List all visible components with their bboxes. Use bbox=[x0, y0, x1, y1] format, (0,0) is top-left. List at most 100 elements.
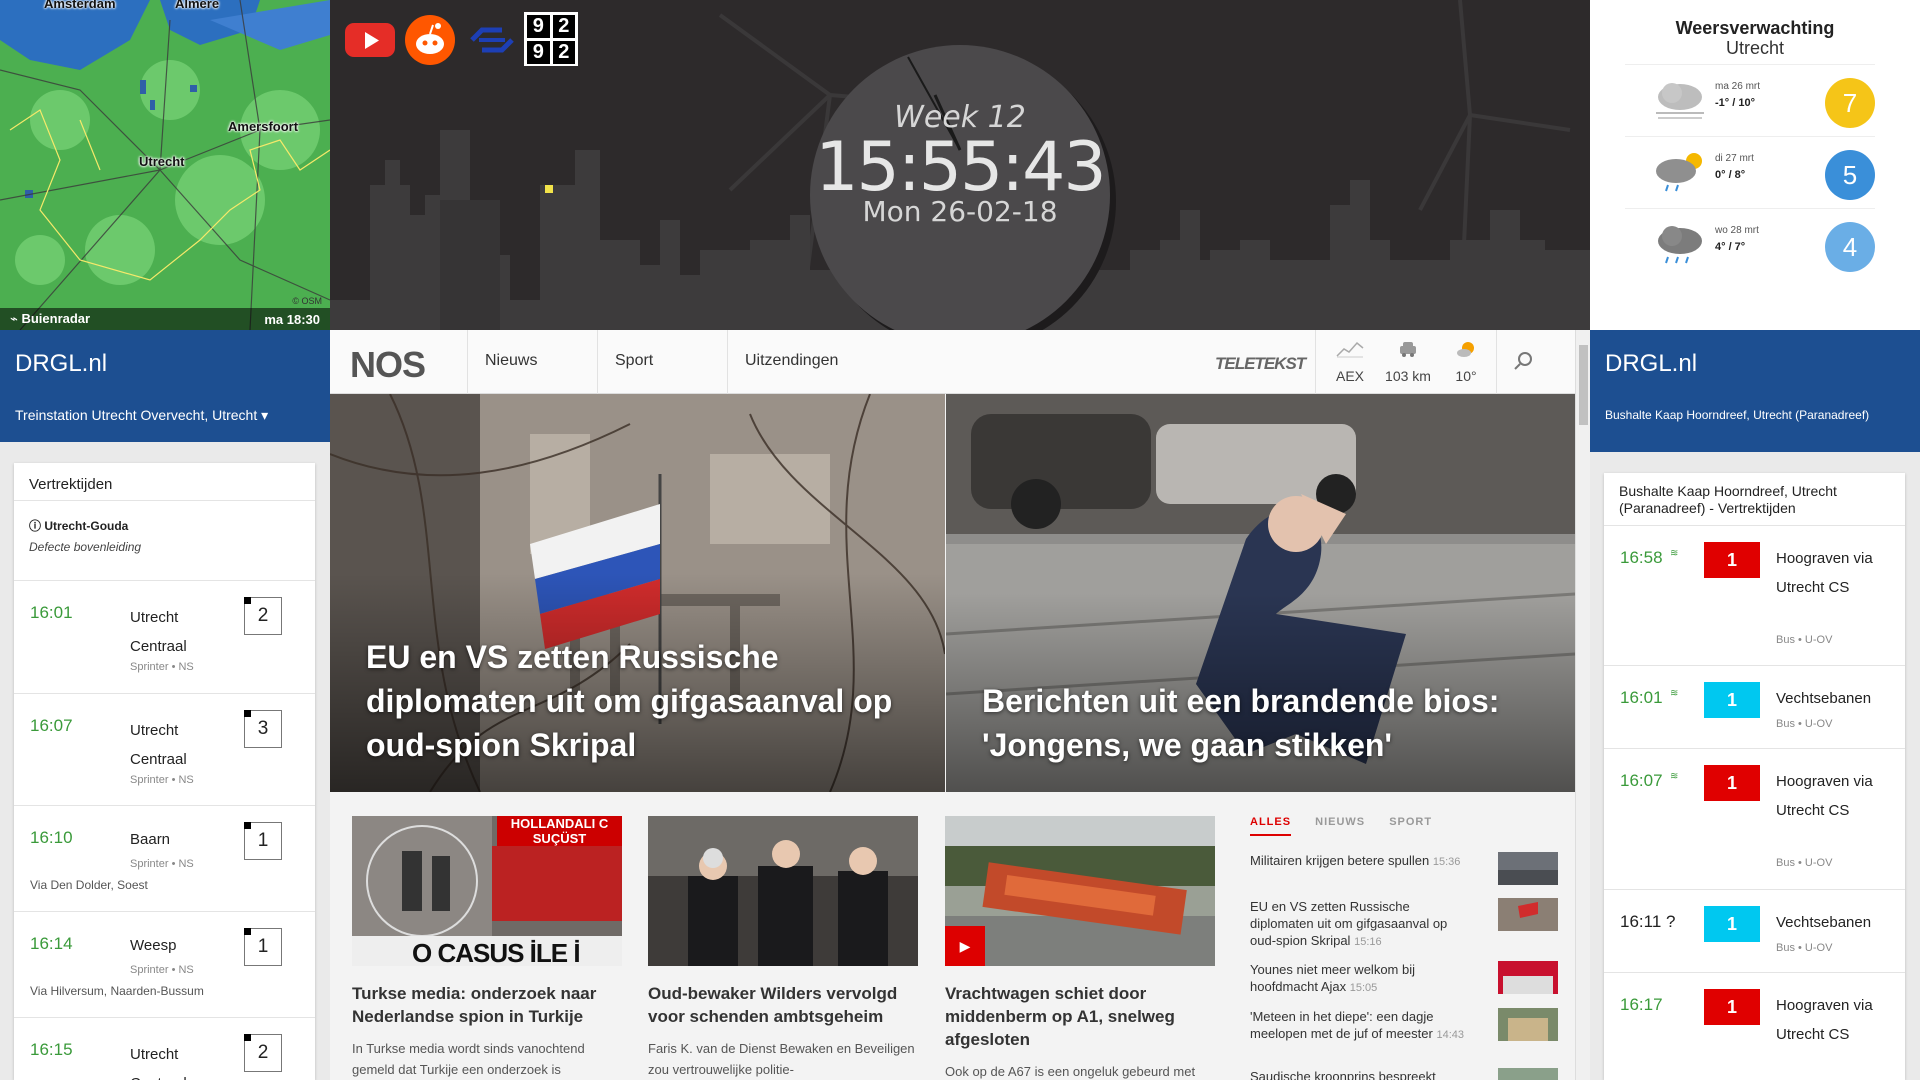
station-selector[interactable]: Treinstation Utrecht Overvecht, Utrecht … bbox=[15, 407, 268, 424]
departure-time: 16:07 bbox=[1620, 771, 1663, 790]
bus-departure-row[interactable]: 16:07 ≋ 1 Hoograven via Utrecht CS Bus •… bbox=[1604, 749, 1905, 890]
bus-departure-row[interactable]: 16:01 ≋ 1 Vechtsebanen Bus • U-OV bbox=[1604, 666, 1905, 749]
map-city-amersfoort: Amersfoort bbox=[228, 119, 299, 134]
departure-time: 16:01 bbox=[30, 603, 73, 622]
bus-departure-row[interactable]: 16:17 1 Hoograven via Utrecht CS bbox=[1604, 973, 1905, 1080]
9292-icon[interactable]: 9 2 9 2 bbox=[524, 12, 578, 66]
tab-nieuws[interactable]: NIEUWS bbox=[1315, 816, 1365, 828]
train-departures-widget: DRGL.nl Treinstation Utrecht Overvecht, … bbox=[0, 330, 330, 1080]
nav-divider bbox=[1496, 330, 1497, 394]
news-card-image: HOLLANDALI C SUÇÜST O CASUS İLE İ bbox=[352, 816, 622, 966]
bus-departure-row[interactable]: 16:11 ? 1 Vechtsebanen Bus • U-OV bbox=[1604, 890, 1905, 973]
reddit-icon[interactable] bbox=[404, 14, 456, 66]
nav-divider bbox=[727, 330, 728, 394]
news-tabs: ALLES NIEUWS SPORT bbox=[1250, 816, 1560, 836]
latest-news-item[interactable]: 'Meteen in het diepe': een dagje meelope… bbox=[1250, 1008, 1560, 1044]
scrollbar[interactable] bbox=[1575, 330, 1590, 1080]
nav-nieuws[interactable]: Nieuws bbox=[485, 352, 537, 370]
bus-departures-title: Bushalte Kaap Hoorndreef, Utrecht (Paran… bbox=[1604, 473, 1905, 526]
latest-news-item[interactable]: Saudische kroonprins bespreekt bbox=[1250, 1068, 1560, 1080]
nav-uitzendingen[interactable]: Uitzendingen bbox=[745, 352, 838, 370]
bus-departure-row[interactable]: 16:58 ≋ 1 Hoograven via Utrecht CS Bus •… bbox=[1604, 526, 1905, 666]
radar-timestamp: ma 18:30 bbox=[264, 311, 320, 327]
departure-time: 16:15 bbox=[30, 1040, 73, 1059]
weather-city: Utrecht bbox=[1725, 38, 1785, 58]
tab-alles[interactable]: ALLES bbox=[1250, 816, 1292, 836]
train-type: Sprinter • NS bbox=[130, 774, 194, 786]
rain-radar-map[interactable]: Amsterdam Almere Amersfoort Utrecht © OS… bbox=[0, 0, 330, 330]
departures-card: Vertrektijden ⓘ Utrecht-Gouda Defecte bo… bbox=[14, 463, 315, 1080]
latest-news-item[interactable]: EU en VS zetten Russische diplomaten uit… bbox=[1250, 898, 1560, 951]
departure-time: 16:14 bbox=[30, 934, 73, 953]
hero-article[interactable]: Berichten uit een brandende bios: 'Jonge… bbox=[946, 394, 1575, 792]
aex-label[interactable]: AEX bbox=[1320, 368, 1380, 384]
train-departure-row[interactable]: 16:07 Utrecht Centraal Sprinter • NS 3 bbox=[14, 694, 315, 806]
weather-score-badge: 5 bbox=[1825, 150, 1875, 200]
ns-icon[interactable] bbox=[466, 14, 518, 66]
weather-day: di 27 mrt bbox=[1715, 153, 1754, 164]
train-route-via: Via Hilversum, Naarden-Bussum bbox=[30, 984, 204, 998]
latest-news-item[interactable]: Younes niet meer welkom bij hoofdmacht A… bbox=[1250, 961, 1560, 997]
latest-news-item[interactable]: Militairen krijgen betere spullen 15:36 bbox=[1250, 852, 1560, 885]
news-card-title: Turkse media: onderzoek naar Nederlandse… bbox=[352, 984, 597, 1026]
news-card[interactable]: HOLLANDALI C SUÇÜST O CASUS İLE İ Turkse… bbox=[352, 816, 622, 1080]
weather-day-row: wo 28 mrt 4° / 7° 4 bbox=[1625, 208, 1875, 280]
train-route-via: Via Den Dolder, Soest bbox=[30, 878, 148, 892]
image-caption-top: HOLLANDALI C SUÇÜST bbox=[497, 816, 622, 846]
drgl-brand[interactable]: DRGL.nl bbox=[15, 350, 107, 378]
clock-date: Mon 26-02-18 bbox=[862, 195, 1058, 228]
platform-number: 2 bbox=[244, 597, 282, 635]
weather-score-badge: 7 bbox=[1825, 78, 1875, 128]
drgl-brand[interactable]: DRGL.nl bbox=[1605, 350, 1697, 378]
map-city-utrecht: Utrecht bbox=[139, 154, 185, 169]
drgl-header: DRGL.nl Bushalte Kaap Hoorndreef, Utrech… bbox=[1590, 330, 1920, 452]
train-departure-row[interactable]: 16:15 Utrecht Centraal Sprinter • NS 2 bbox=[14, 1018, 315, 1080]
caret-down-icon: ▾ bbox=[261, 407, 269, 423]
departure-destination: Hoograven via Utrecht CS bbox=[1776, 550, 1873, 596]
latest-news-thumbnail bbox=[1498, 1008, 1558, 1041]
departure-time: 16:10 bbox=[30, 828, 73, 847]
departure-destination: Utrecht Centraal bbox=[130, 609, 187, 655]
departure-destination: Weesp bbox=[130, 937, 177, 954]
car-icon[interactable] bbox=[1378, 340, 1438, 363]
bus-departures-card: Bushalte Kaap Hoorndreef, Utrecht (Paran… bbox=[1604, 473, 1905, 1080]
search-icon[interactable] bbox=[1513, 350, 1535, 377]
tab-sport[interactable]: SPORT bbox=[1389, 816, 1432, 828]
youtube-icon[interactable] bbox=[344, 14, 396, 66]
sun-icon[interactable] bbox=[1436, 340, 1496, 363]
train-departure-row[interactable]: 16:14 Weesp Sprinter • NS Via Hilversum,… bbox=[14, 912, 315, 1018]
bus-stop-name[interactable]: Bushalte Kaap Hoorndreef, Utrecht (Paran… bbox=[1605, 408, 1869, 422]
bus-line-badge: 1 bbox=[1704, 682, 1760, 718]
weather-temp: 0° / 8° bbox=[1715, 169, 1746, 181]
hero-article[interactable]: EU en VS zetten Russische diplomaten uit… bbox=[330, 394, 945, 792]
cloud-icon bbox=[1656, 83, 1704, 119]
weather-day: ma 26 mrt bbox=[1715, 81, 1761, 92]
news-card[interactable]: Oud-bewaker Wilders vervolgd voor schend… bbox=[648, 816, 918, 1080]
bus-operator: Bus • U-OV bbox=[1776, 634, 1833, 646]
info-icon: ⓘ bbox=[29, 519, 42, 533]
train-type: Sprinter • NS bbox=[130, 858, 194, 870]
train-departure-row[interactable]: 16:01 Utrecht Centraal Sprinter • NS 2 bbox=[14, 581, 315, 694]
teletekst-link[interactable]: TELETEKST bbox=[1215, 354, 1306, 374]
weather-forecast-panel: Weersverwachting Utrecht ma 26 mrt -1° /… bbox=[1590, 0, 1920, 330]
traffic-label[interactable]: 103 km bbox=[1378, 368, 1438, 384]
buienradar-brand: ⌁ Buienradar bbox=[10, 311, 91, 326]
drgl-header: DRGL.nl Treinstation Utrecht Overvecht, … bbox=[0, 330, 330, 442]
scrollbar-thumb[interactable] bbox=[1579, 345, 1588, 425]
train-departure-row[interactable]: 16:10 Baarn Sprinter • NS Via Den Dolder… bbox=[14, 806, 315, 912]
map-copyright: © OSM bbox=[292, 296, 322, 306]
nav-divider bbox=[597, 330, 598, 394]
bus-operator: Bus • U-OV bbox=[1776, 857, 1833, 869]
departure-destination: Utrecht Centraal bbox=[130, 1046, 187, 1080]
nos-navbar: NOS Nieuws Sport Uitzendingen TELETEKST … bbox=[330, 330, 1575, 394]
temperature-label[interactable]: 10° bbox=[1436, 368, 1496, 384]
nav-sport[interactable]: Sport bbox=[615, 352, 653, 370]
news-card-image: ▶ bbox=[945, 816, 1215, 966]
weather-temp: -1° / 10° bbox=[1715, 97, 1755, 109]
news-card-summary: Faris K. van de Dienst Bewaken en Beveil… bbox=[648, 1041, 915, 1077]
nos-logo[interactable]: NOS bbox=[350, 344, 426, 386]
disruption-notice[interactable]: ⓘ Utrecht-Gouda Defecte bovenleiding bbox=[14, 501, 315, 581]
chart-icon[interactable] bbox=[1320, 340, 1380, 363]
news-card[interactable]: ▶ Vrachtwagen schiet door middenberm op … bbox=[945, 816, 1215, 1080]
play-video-button[interactable]: ▶ bbox=[945, 926, 985, 966]
